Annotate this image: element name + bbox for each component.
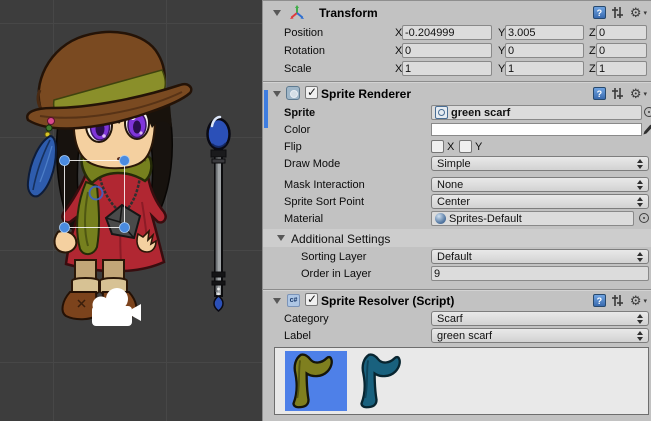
sorting-layer-label: Sorting Layer — [301, 251, 366, 263]
flip-y-checkbox[interactable] — [459, 140, 472, 153]
rotation-y-field[interactable] — [505, 43, 584, 58]
inspector-panel: Transform ? ⚙▾ Position X Y Z Rotation X… — [262, 0, 651, 421]
draw-mode-label: Draw Mode — [284, 158, 340, 170]
scene-canvas[interactable] — [0, 0, 262, 421]
context-menu-arrow-icon[interactable]: ▾ — [643, 9, 647, 17]
eyedropper-icon[interactable] — [643, 121, 651, 136]
sprite-renderer-title: Sprite Renderer — [321, 87, 411, 101]
sprite-resolver-header: c# Sprite Resolver (Script) ? ⚙▾ — [263, 292, 651, 310]
sorting-layer-dropdown[interactable]: Default — [431, 249, 649, 264]
sprite-label: Sprite — [284, 107, 315, 119]
rotation-x-field[interactable] — [402, 43, 492, 58]
sprite-sort-point-dropdown[interactable]: Center — [431, 194, 649, 209]
color-swatch[interactable] — [431, 123, 642, 136]
sprite-renderer-header: Sprite Renderer ? ⚙▾ — [263, 85, 651, 103]
position-x-field[interactable] — [402, 25, 492, 40]
presets-icon[interactable] — [611, 294, 625, 307]
sprite-icon — [435, 106, 448, 119]
hand-left — [55, 231, 77, 252]
selection-handle[interactable] — [60, 223, 70, 233]
context-menu-arrow-icon[interactable]: ▾ — [643, 90, 647, 98]
additional-settings-label: Additional Settings — [291, 232, 390, 246]
sprite-object-value: green scarf — [451, 107, 510, 119]
position-z-field[interactable] — [596, 25, 647, 40]
scene-view[interactable] — [0, 0, 262, 421]
sprite-resolver-foldout[interactable] — [273, 298, 281, 304]
staff-sprite[interactable] — [208, 117, 230, 311]
additional-settings-foldout[interactable] — [277, 235, 285, 241]
gear-icon[interactable]: ⚙ — [630, 87, 642, 100]
unity-editor-window: Transform ? ⚙▾ Position X Y Z Rotation X… — [0, 0, 651, 421]
sprite-renderer-foldout[interactable] — [273, 91, 281, 97]
dropdown-arrows-icon — [637, 314, 643, 324]
csharp-script-icon: c# — [287, 294, 300, 307]
rotation-z-field[interactable] — [596, 43, 647, 58]
help-icon[interactable]: ? — [593, 294, 606, 307]
presets-icon[interactable] — [611, 87, 625, 100]
additional-settings-row: Additional Settings — [263, 229, 651, 247]
sprite-renderer-icon — [286, 86, 300, 100]
mask-interaction-label: Mask Interaction — [284, 179, 365, 191]
sprite-sort-point-label: Sprite Sort Point — [284, 196, 364, 208]
material-object-field[interactable]: Sprites-Default — [431, 211, 634, 226]
draw-mode-dropdown[interactable]: Simple — [431, 156, 649, 171]
sprite-variant-strip — [274, 347, 649, 415]
label-label: Label — [284, 330, 311, 342]
dropdown-arrows-icon — [637, 180, 643, 190]
label-dropdown[interactable]: green scarf — [431, 328, 649, 343]
position-y-field[interactable] — [505, 25, 584, 40]
help-icon[interactable]: ? — [593, 87, 606, 100]
color-label: Color — [284, 124, 310, 136]
transform-foldout[interactable] — [273, 10, 281, 16]
mask-interaction-dropdown[interactable]: None — [431, 177, 649, 192]
order-in-layer-field[interactable] — [431, 266, 649, 281]
selection-handle[interactable] — [60, 156, 70, 166]
category-dropdown[interactable]: Scarf — [431, 311, 649, 326]
gear-icon[interactable]: ⚙ — [630, 294, 642, 307]
transform-header: Transform ? ⚙▾ — [263, 4, 651, 22]
gear-icon[interactable]: ⚙ — [630, 6, 642, 19]
flip-label: Flip — [284, 141, 302, 153]
material-object-value: Sprites-Default — [449, 213, 522, 225]
material-object-picker-icon[interactable] — [639, 213, 649, 223]
sprite-renderer-enabled-checkbox[interactable] — [305, 86, 318, 99]
sprite-thumbnail-green-scarf[interactable] — [285, 351, 347, 411]
presets-icon[interactable] — [611, 6, 625, 19]
dropdown-arrows-icon — [637, 159, 643, 169]
scale-x-field[interactable] — [402, 61, 492, 76]
dropdown-arrows-icon — [637, 197, 643, 207]
flip-x-checkbox[interactable] — [431, 140, 444, 153]
category-label: Category — [284, 313, 329, 325]
dropdown-arrows-icon — [637, 252, 643, 262]
selection-handle[interactable] — [120, 156, 130, 166]
transform-icon — [289, 5, 305, 21]
sprite-resolver-title: Sprite Resolver (Script) — [321, 294, 454, 308]
help-icon[interactable]: ? — [593, 6, 606, 19]
material-label: Material — [284, 213, 323, 225]
component-separator — [263, 289, 651, 290]
material-sphere-icon — [435, 213, 446, 224]
selection-handle[interactable] — [120, 223, 130, 233]
sprite-object-field[interactable]: green scarf — [431, 105, 642, 120]
sprite-thumbnail-blue-scarf[interactable] — [353, 351, 415, 411]
sprite-resolver-enabled-checkbox[interactable] — [305, 293, 318, 306]
context-menu-arrow-icon[interactable]: ▾ — [643, 297, 647, 305]
scale-y-field[interactable] — [505, 61, 584, 76]
dropdown-arrows-icon — [637, 331, 643, 341]
feather — [28, 136, 56, 196]
order-in-layer-label: Order in Layer — [301, 268, 371, 280]
component-separator — [263, 81, 651, 82]
scale-z-field[interactable] — [596, 61, 647, 76]
transform-title: Transform — [319, 6, 378, 20]
sprite-object-picker-icon[interactable] — [644, 107, 651, 117]
